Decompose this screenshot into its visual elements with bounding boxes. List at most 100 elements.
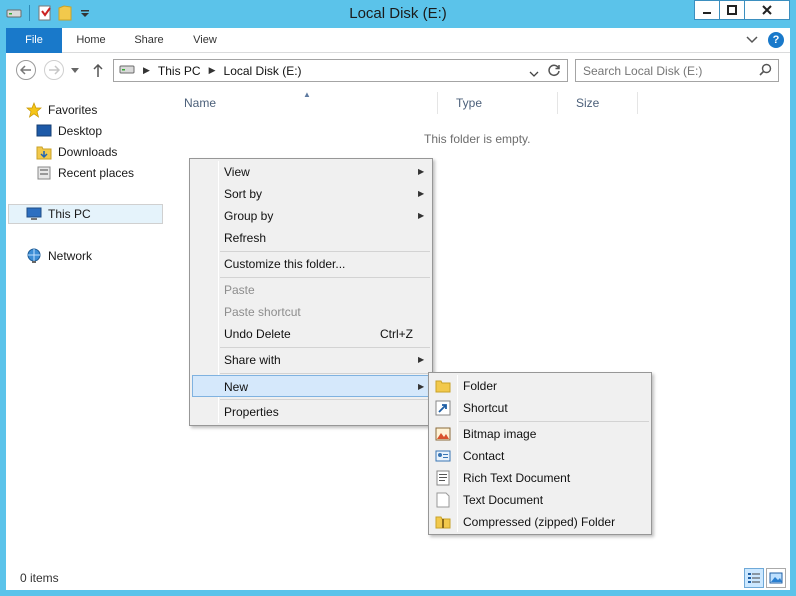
- breadcrumb-arrow-icon[interactable]: ▶: [143, 65, 150, 76]
- menu-item-properties[interactable]: Properties: [192, 401, 430, 423]
- menu-item-sort-by[interactable]: Sort by ▶: [192, 183, 430, 205]
- large-icons-view-button[interactable]: [766, 568, 786, 588]
- menu-item-share-with[interactable]: Share with ▶: [192, 349, 430, 371]
- bitmap-image-icon: [435, 426, 451, 442]
- nav-favorites[interactable]: Favorites: [26, 100, 97, 120]
- menu-label: Properties: [224, 405, 279, 419]
- network-icon: [26, 248, 42, 264]
- menu-separator: [459, 421, 649, 422]
- search-box[interactable]: [575, 59, 779, 82]
- menu-item-view[interactable]: View ▶: [192, 161, 430, 183]
- menu-item-customize-folder[interactable]: Customize this folder...: [192, 253, 430, 275]
- ribbon-right-controls: ?: [746, 32, 784, 48]
- column-size[interactable]: Size: [558, 92, 638, 114]
- search-input[interactable]: [583, 64, 753, 78]
- menu-label: Rich Text Document: [463, 471, 571, 485]
- tab-file[interactable]: File: [6, 28, 62, 53]
- submenu-arrow-icon: ▶: [418, 382, 425, 391]
- back-button[interactable]: [16, 60, 36, 80]
- column-type[interactable]: Type: [438, 92, 558, 114]
- submenu-arrow-icon: ▶: [418, 167, 425, 176]
- menu-label: Bitmap image: [463, 427, 537, 441]
- nav-downloads[interactable]: Downloads: [36, 142, 117, 162]
- up-arrow-icon[interactable]: [90, 60, 106, 82]
- breadcrumb-local-disk[interactable]: Local Disk (E:): [224, 64, 302, 78]
- menu-label: Shortcut: [463, 401, 508, 415]
- recent-places-icon: [36, 165, 52, 181]
- menu-label: Paste: [224, 283, 255, 297]
- search-icon[interactable]: [759, 63, 772, 79]
- empty-folder-message: This folder is empty.: [424, 132, 531, 146]
- close-button[interactable]: [744, 0, 790, 20]
- drive-icon: [119, 63, 135, 78]
- menu-separator: [220, 399, 430, 400]
- refresh-icon[interactable]: [548, 64, 561, 80]
- shortcut-label: Ctrl+Z: [380, 327, 413, 341]
- nav-label: Network: [48, 249, 93, 263]
- details-view-button[interactable]: [744, 568, 764, 588]
- address-row: ▶ This PC ▶ Local Disk (E:): [6, 54, 790, 88]
- sort-ascending-icon: ▲: [303, 90, 311, 99]
- tab-view[interactable]: View: [180, 28, 230, 53]
- minimize-button[interactable]: [694, 0, 720, 20]
- tab-home[interactable]: Home: [66, 28, 116, 53]
- breadcrumb-arrow-icon[interactable]: ▶: [209, 65, 216, 76]
- menu-item-refresh[interactable]: Refresh: [192, 227, 430, 249]
- new-submenu: Folder Shortcut Bitmap image Contact Ric…: [428, 372, 652, 535]
- menu-label: New: [224, 380, 249, 394]
- ribbon-tabs: File Home Share View ?: [6, 28, 790, 53]
- new-text-document-item[interactable]: Text Document: [431, 489, 649, 511]
- menu-item-paste-shortcut[interactable]: Paste shortcut: [192, 301, 430, 323]
- new-contact-item[interactable]: Contact: [431, 445, 649, 467]
- expand-ribbon-icon[interactable]: [746, 33, 758, 47]
- window-controls: [694, 0, 790, 20]
- title-bar: Local Disk (E:): [0, 0, 796, 28]
- menu-item-new[interactable]: New ▶: [192, 375, 430, 397]
- zipped-folder-icon: [435, 514, 451, 530]
- new-shortcut-item[interactable]: Shortcut: [431, 397, 649, 419]
- maximize-button[interactable]: [719, 0, 745, 20]
- menu-label: Sort by: [224, 187, 263, 201]
- shortcut-icon: [435, 400, 451, 416]
- recent-locations-icon[interactable]: [68, 60, 82, 82]
- menu-label: Compressed (zipped) Folder: [463, 515, 616, 529]
- nav-label: Downloads: [58, 145, 118, 159]
- submenu-arrow-icon: ▶: [418, 189, 425, 198]
- nav-this-pc[interactable]: This PC: [26, 204, 91, 224]
- menu-item-undo-delete[interactable]: Undo Delete Ctrl+Z: [192, 323, 430, 345]
- column-name[interactable]: Name: [166, 92, 438, 114]
- star-icon: [26, 102, 42, 118]
- context-menu: View ▶ Sort by ▶ Group by ▶ Refresh Cust…: [189, 158, 433, 426]
- menu-label: Refresh: [224, 231, 267, 245]
- text-document-icon: [435, 492, 451, 508]
- menu-label: Folder: [463, 379, 498, 393]
- explorer-window: Local Disk (E:) File Home Share View ? ▶…: [0, 0, 796, 596]
- forward-button[interactable]: [44, 60, 64, 80]
- downloads-folder-icon: [36, 144, 52, 160]
- breadcrumb-this-pc[interactable]: This PC: [158, 64, 201, 78]
- new-folder-item[interactable]: Folder: [431, 375, 649, 397]
- menu-label: Undo Delete: [224, 327, 291, 341]
- menu-label: Paste shortcut: [224, 305, 301, 319]
- rich-text-document-icon: [435, 470, 451, 486]
- tab-share[interactable]: Share: [124, 28, 174, 53]
- new-bitmap-item[interactable]: Bitmap image: [431, 423, 649, 445]
- menu-item-group-by[interactable]: Group by ▶: [192, 205, 430, 227]
- help-icon[interactable]: ?: [768, 32, 784, 48]
- menu-label: Contact: [463, 449, 505, 463]
- menu-label: View: [224, 165, 250, 179]
- menu-separator: [220, 347, 430, 348]
- new-rich-text-item[interactable]: Rich Text Document: [431, 467, 649, 489]
- nav-label: Favorites: [48, 103, 98, 117]
- nav-desktop[interactable]: Desktop: [36, 121, 102, 141]
- desktop-icon: [36, 123, 52, 139]
- address-bar[interactable]: ▶ This PC ▶ Local Disk (E:): [113, 59, 568, 82]
- menu-item-paste[interactable]: Paste: [192, 279, 430, 301]
- menu-label: Text Document: [463, 493, 544, 507]
- nav-recent-places[interactable]: Recent places: [36, 163, 134, 183]
- window-title: Local Disk (E:): [349, 5, 447, 22]
- new-zipped-folder-item[interactable]: Compressed (zipped) Folder: [431, 511, 649, 533]
- address-dropdown-icon[interactable]: [529, 67, 539, 81]
- navigation-pane: Favorites Desktop Downloads Recent place…: [6, 92, 164, 562]
- nav-network[interactable]: Network: [26, 246, 92, 266]
